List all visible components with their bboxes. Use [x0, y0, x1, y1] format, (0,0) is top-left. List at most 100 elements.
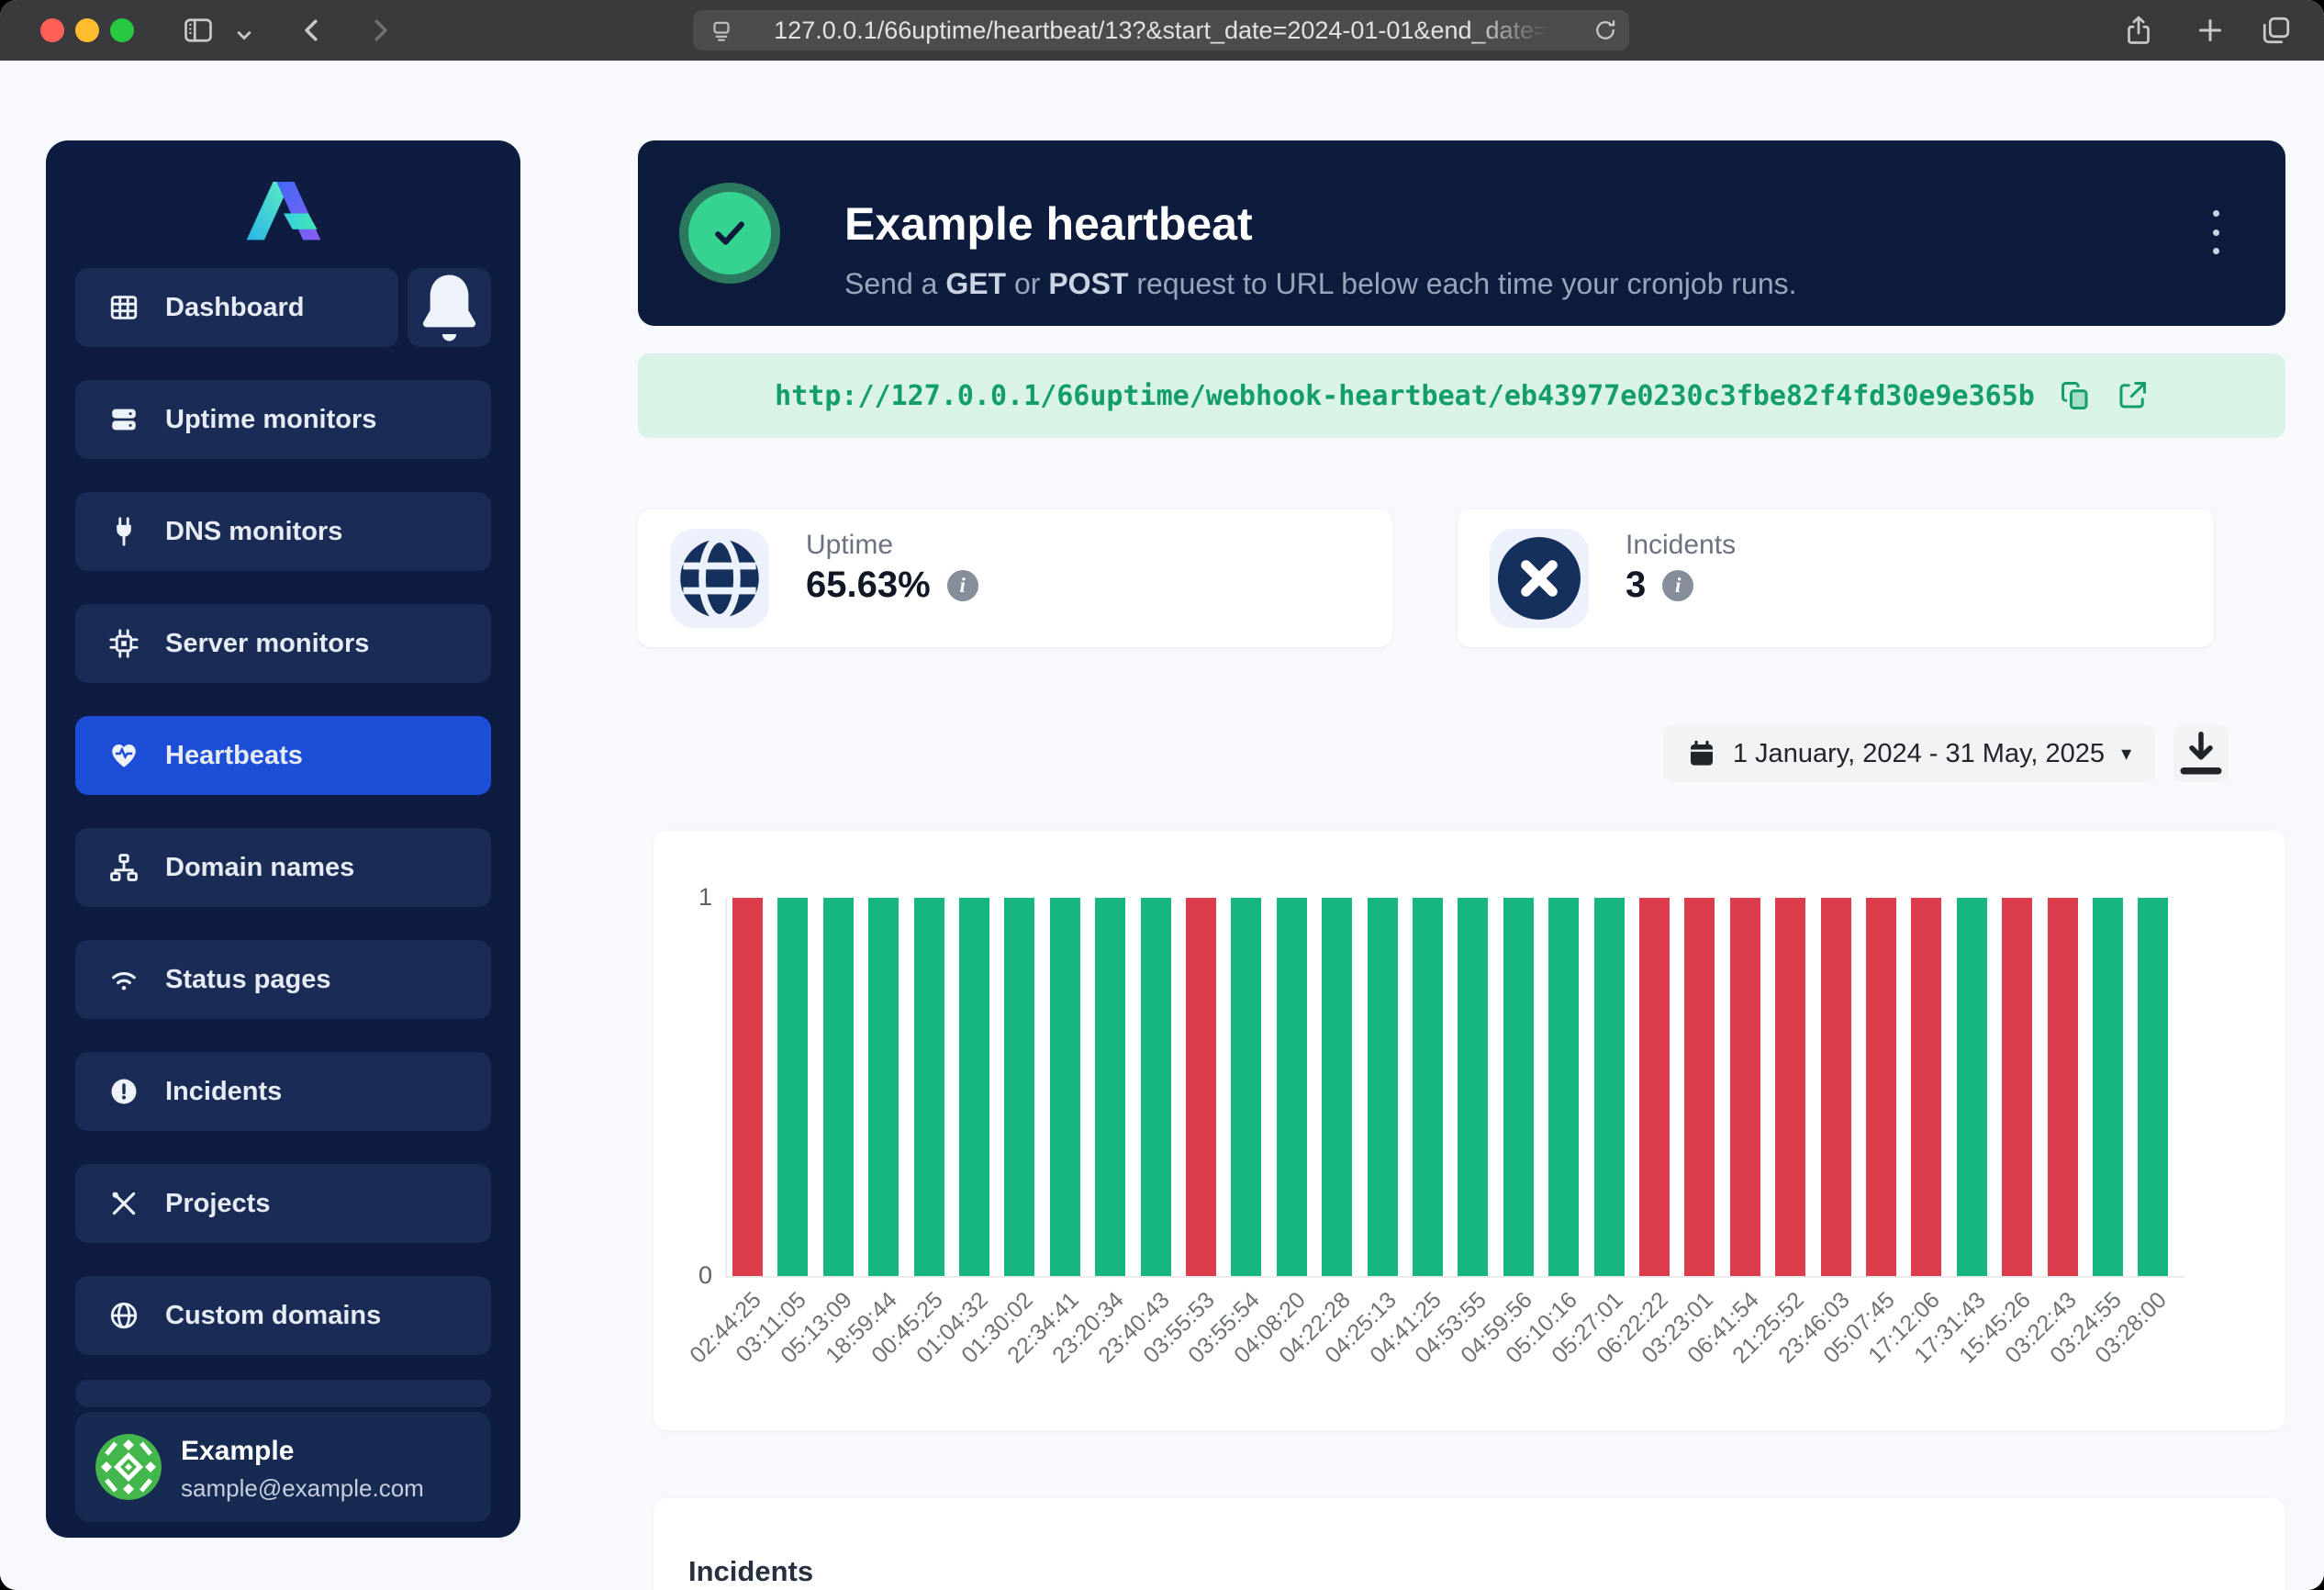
chart-bar-up[interactable]	[1458, 898, 1488, 1276]
sidebar-item-label: Incidents	[165, 1077, 282, 1107]
info-icon[interactable]: i	[947, 570, 978, 601]
incidents-section-title: Incidents	[688, 1555, 813, 1588]
reload-icon[interactable]	[1592, 17, 1618, 43]
sidebar-item-label: Domain names	[165, 853, 354, 883]
stat-label: Uptime	[806, 530, 893, 561]
chart-bar-up[interactable]	[2093, 898, 2123, 1276]
sidebar-item-status-pages[interactable]: Status pages	[75, 940, 491, 1019]
chart-bar-down[interactable]	[1866, 898, 1896, 1276]
chart-bar-up[interactable]	[1413, 898, 1443, 1276]
page-subtitle: Send a GET or POST request to URL below …	[844, 267, 1797, 301]
site-settings-icon[interactable]	[708, 17, 735, 44]
chart-bar-up[interactable]	[777, 898, 808, 1276]
wifi-icon	[108, 964, 140, 995]
heartbeat-chart: 1 0 02:44:2503:11:0505:13:0918:59:4400:4…	[654, 831, 2285, 1430]
date-range-picker[interactable]: 1 January, 2024 - 31 May, 2025 ▾	[1663, 725, 2155, 782]
minimize-window-button[interactable]	[75, 18, 99, 42]
chart-bar-up[interactable]	[1594, 898, 1625, 1276]
chart-bar-up[interactable]	[1004, 898, 1034, 1276]
app-logo[interactable]	[240, 159, 328, 247]
chart-bar-up[interactable]	[1095, 898, 1125, 1276]
status-up-badge	[679, 183, 780, 284]
sidebar-item-label: DNS monitors	[165, 517, 342, 547]
chart-bar-down[interactable]	[732, 898, 763, 1276]
forward-icon[interactable]	[363, 14, 397, 47]
download-icon	[2173, 726, 2229, 781]
sidebar-item-incidents[interactable]: Incidents	[75, 1052, 491, 1131]
sidebar-item-label: Heartbeats	[165, 741, 303, 771]
external-link-icon[interactable]	[2116, 379, 2149, 412]
globe-icon	[108, 1300, 140, 1331]
chart-bar-down[interactable]	[1639, 898, 1670, 1276]
sidebar-item-label: Dashboard	[165, 293, 304, 323]
uptime-stat-card: Uptime 65.63%i	[638, 509, 1392, 647]
sidebar-item-domain-names[interactable]: Domain names	[75, 828, 491, 907]
sidebar-item-dashboard[interactable]: Dashboard	[75, 268, 398, 347]
sidebar-item-heartbeats[interactable]: Heartbeats	[75, 716, 491, 795]
address-bar[interactable]: 127.0.0.1/66uptime/heartbeat/13?&start_d…	[693, 10, 1629, 50]
sidebar-item-dns-monitors[interactable]: DNS monitors	[75, 492, 491, 571]
date-range-label: 1 January, 2024 - 31 May, 2025	[1733, 739, 2105, 769]
bell-icon	[408, 266, 491, 350]
new-tab-icon[interactable]	[2194, 14, 2227, 47]
chart-bar-up[interactable]	[1141, 898, 1171, 1276]
sidebar-item-label: Projects	[165, 1189, 270, 1219]
stat-label: Incidents	[1626, 530, 1736, 561]
stat-value: 65.63%i	[806, 565, 978, 606]
zoom-window-button[interactable]	[110, 18, 134, 42]
chart-bar-up[interactable]	[1548, 898, 1579, 1276]
chart-bar-down[interactable]	[1730, 898, 1760, 1276]
browser-toolbar: 127.0.0.1/66uptime/heartbeat/13?&start_d…	[0, 0, 2324, 61]
chart-bar-up[interactable]	[959, 898, 989, 1276]
sidebar-item-label: Server monitors	[165, 629, 369, 659]
chart-bar-down[interactable]	[2002, 898, 2032, 1276]
copy-icon[interactable]	[2059, 379, 2092, 412]
chart-bar-up[interactable]	[1050, 898, 1080, 1276]
chevron-down-icon[interactable]	[231, 18, 257, 51]
y-axis-tick-0: 0	[661, 1261, 712, 1290]
more-options-icon[interactable]	[2197, 207, 2234, 258]
chart-bar-up[interactable]	[1957, 898, 1987, 1276]
sidebar: Example sample@example.com Dashboard Upti…	[46, 140, 520, 1538]
sidebar-toggle-icon[interactable]	[182, 14, 215, 47]
chart-bar-down[interactable]	[1684, 898, 1715, 1276]
chart-bar-up[interactable]	[914, 898, 944, 1276]
chart-bar-down[interactable]	[1911, 898, 1941, 1276]
download-button[interactable]	[2173, 725, 2229, 782]
info-icon[interactable]: i	[1662, 570, 1693, 601]
user-menu[interactable]: Example sample@example.com	[75, 1412, 491, 1522]
chart-bar-down[interactable]	[1186, 898, 1216, 1276]
calendar-icon	[1687, 739, 1716, 768]
chart-bar-up[interactable]	[823, 898, 854, 1276]
chart-bar-up[interactable]	[1368, 898, 1398, 1276]
sidebar-item-server-monitors[interactable]: Server monitors	[75, 604, 491, 683]
chart-bar-down[interactable]	[1775, 898, 1805, 1276]
back-icon[interactable]	[296, 14, 329, 47]
stat-value: 3i	[1626, 565, 1693, 606]
x-axis-line	[725, 1276, 2184, 1278]
webhook-url-bar: http://127.0.0.1/66uptime/webhook-heartb…	[638, 353, 2285, 438]
chart-bar-up[interactable]	[1231, 898, 1261, 1276]
webhook-url[interactable]: http://127.0.0.1/66uptime/webhook-heartb…	[775, 380, 2035, 412]
url-text: 127.0.0.1/66uptime/heartbeat/13?&start_d…	[774, 17, 1548, 45]
chart-bar-up[interactable]	[2138, 898, 2168, 1276]
chart-bar-up[interactable]	[1503, 898, 1534, 1276]
chart-bar-up[interactable]	[1277, 898, 1307, 1276]
server-icon	[108, 404, 140, 435]
tab-overview-icon[interactable]	[2260, 14, 2293, 47]
notifications-button[interactable]	[408, 268, 491, 347]
chart-bar-down[interactable]	[2048, 898, 2078, 1276]
sidebar-item-projects[interactable]: Projects	[75, 1164, 491, 1243]
close-window-button[interactable]	[40, 18, 64, 42]
sidebar-item-uptime-monitors[interactable]: Uptime monitors	[75, 380, 491, 459]
tools-icon	[108, 1188, 140, 1219]
sitemap-icon	[108, 852, 140, 883]
sidebar-item-custom-domains[interactable]: Custom domains	[75, 1276, 491, 1355]
share-icon[interactable]	[2122, 14, 2155, 47]
incidents-stat-card: Incidents 3i	[1458, 509, 2214, 647]
chart-bar-up[interactable]	[868, 898, 899, 1276]
sidebar-item-label: Status pages	[165, 965, 331, 995]
sidebar-item-partial[interactable]	[75, 1380, 491, 1407]
chart-bar-up[interactable]	[1322, 898, 1352, 1276]
chart-bar-down[interactable]	[1821, 898, 1851, 1276]
